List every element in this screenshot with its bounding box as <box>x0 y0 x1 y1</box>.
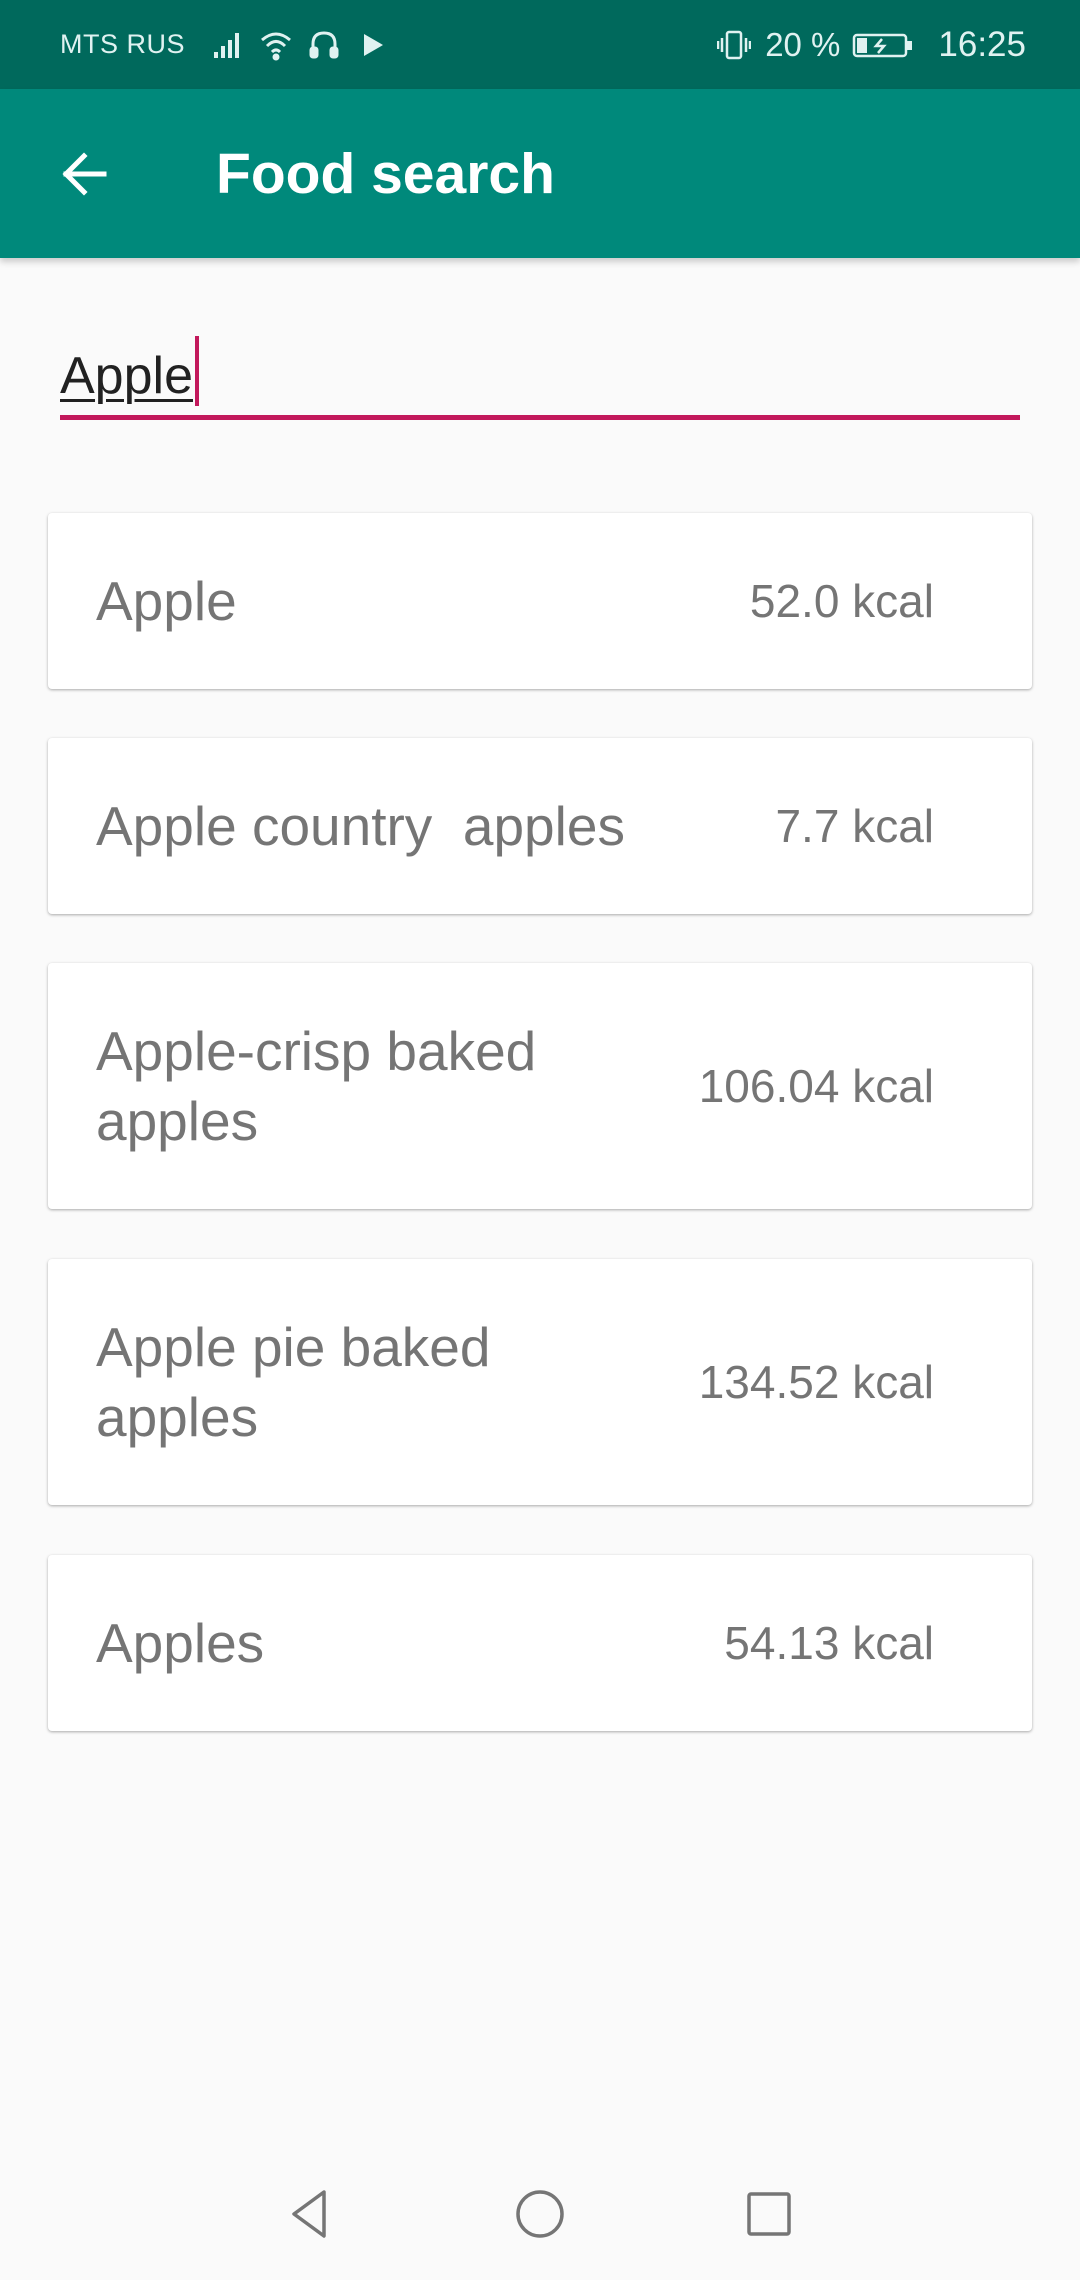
list-item[interactable]: Apple pie baked apples 134.52 kcal <box>48 1259 1032 1505</box>
headset-icon <box>307 28 341 62</box>
wifi-icon <box>259 28 293 62</box>
arrow-back-icon <box>62 151 107 196</box>
list-item[interactable]: Apple 52.0 kcal <box>48 513 1032 689</box>
play-icon <box>355 28 389 62</box>
signal-icon <box>211 28 245 62</box>
food-name: Apple <box>96 570 237 632</box>
food-name: Apple pie baked apples <box>96 1316 506 1448</box>
nav-back-button[interactable] <box>280 2184 340 2244</box>
back-button[interactable] <box>50 140 118 208</box>
status-left: MTS RUS <box>60 28 403 62</box>
food-kcal: 52.0 kcal <box>749 575 934 627</box>
nav-recents-button[interactable] <box>739 2184 799 2244</box>
status-bar: MTS RUS 20 % 16:25 <box>0 0 1080 89</box>
nav-home-icon <box>516 2190 564 2238</box>
search-input-text[interactable]: Apple <box>60 336 199 406</box>
search-value[interactable]: Apple <box>60 346 193 406</box>
nav-recents-icon <box>747 2192 791 2236</box>
clock: 16:25 <box>938 24 1026 64</box>
list-item[interactable]: Apples 54.13 kcal <box>48 1555 1032 1731</box>
nav-home-button[interactable] <box>510 2184 570 2244</box>
text-caret <box>195 336 199 406</box>
app-bar: Food search <box>0 89 1080 258</box>
food-name: Apples <box>96 1612 265 1674</box>
food-kcal: 54.13 kcal <box>724 1617 934 1669</box>
food-kcal: 106.04 kcal <box>698 1060 934 1112</box>
battery-percent: 20 % <box>765 25 841 63</box>
list-item[interactable]: Apple country apples 7.7 kcal <box>48 738 1032 914</box>
search-underline <box>60 415 1020 420</box>
food-name: Apple country apples <box>96 795 625 857</box>
vibrate-icon <box>717 28 752 62</box>
status-right: 20 % 16:25 <box>717 25 1026 65</box>
food-kcal: 7.7 kcal <box>775 800 934 852</box>
battery-charging-icon <box>852 28 914 62</box>
page-title: Food search <box>216 141 555 206</box>
food-kcal: 134.52 kcal <box>698 1356 934 1408</box>
carrier-name: MTS RUS <box>60 29 185 59</box>
nav-back-icon <box>292 2190 326 2238</box>
list-item[interactable]: Apple-crisp baked apples 106.04 kcal <box>48 963 1032 1209</box>
search-input[interactable]: Apple <box>60 330 1020 420</box>
navigation-bar <box>0 2148 1080 2280</box>
food-name: Apple-crisp baked apples <box>96 1020 552 1152</box>
